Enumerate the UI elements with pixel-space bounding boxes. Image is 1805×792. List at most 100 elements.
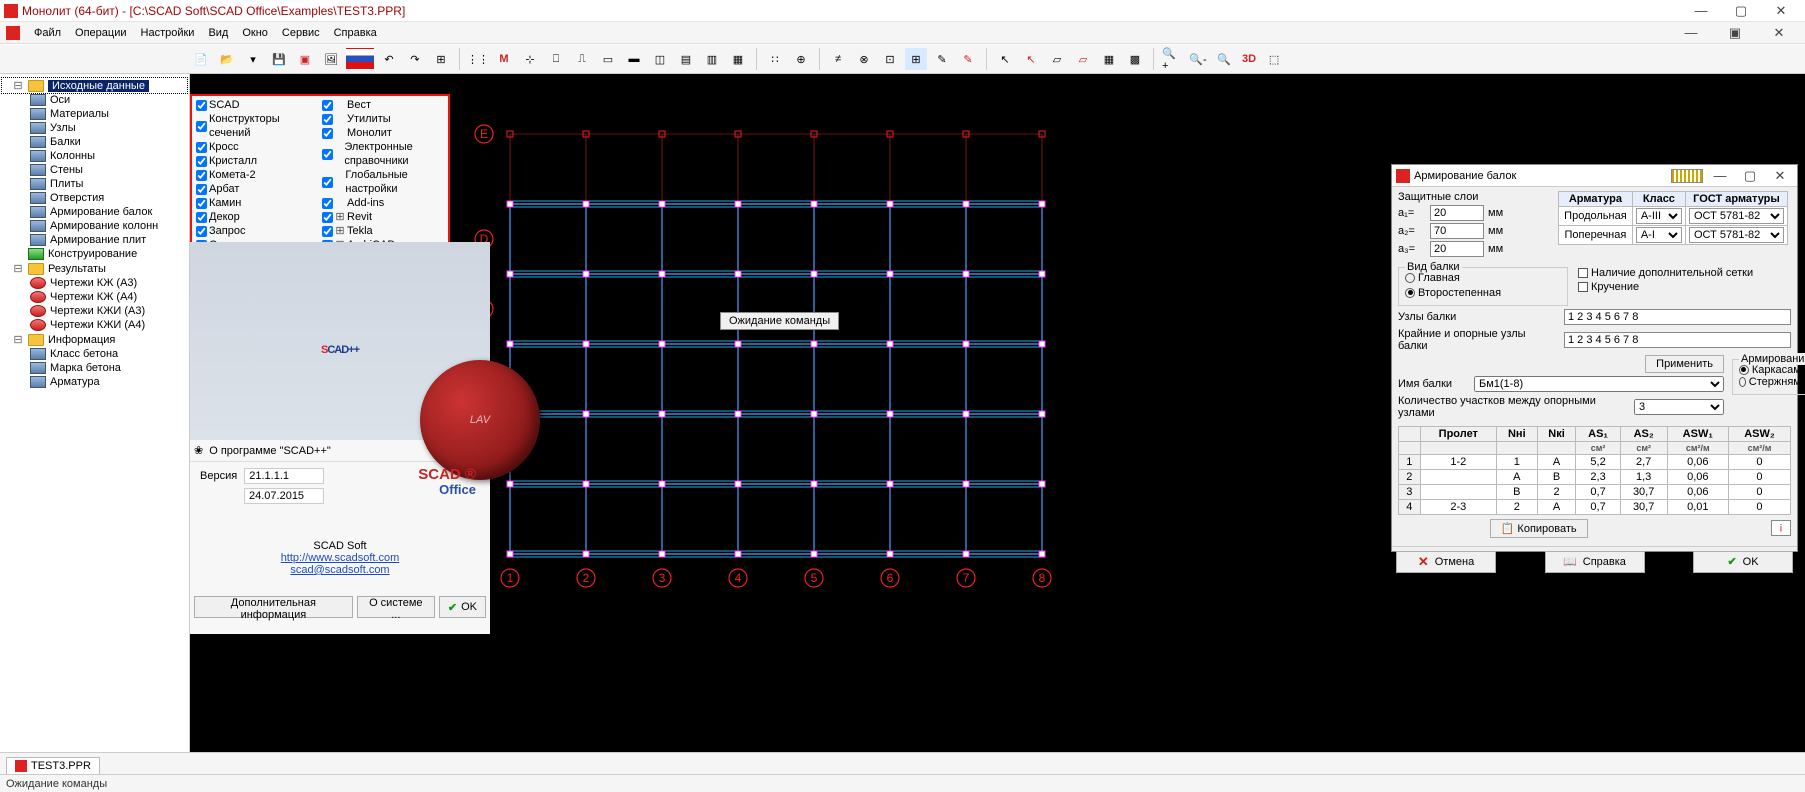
show-nodes-icon[interactable]: ∷ [764, 48, 786, 70]
tree-item[interactable]: Стены [2, 163, 187, 177]
cancel-button[interactable]: ✕Отмена [1396, 551, 1496, 573]
minimize-button[interactable]: — [1681, 1, 1721, 21]
extra-mesh-checkbox[interactable]: Наличие дополнительной сетки [1578, 267, 1753, 279]
tree-item[interactable]: Узлы [2, 121, 187, 135]
rebar-beams-icon[interactable]: ▤ [675, 48, 697, 70]
module-checkbox[interactable]: Камин [194, 196, 320, 210]
bars-radio[interactable]: Стержнями [1739, 376, 1805, 388]
mdi-close-button[interactable]: ✕ [1759, 23, 1799, 43]
tree-item[interactable]: Чертежи КЖИ (А4) [2, 318, 187, 332]
save-icon[interactable]: 💾 [268, 48, 290, 70]
beams-icon[interactable]: ⎕ [545, 48, 567, 70]
menu-help[interactable]: Справка [328, 25, 383, 41]
module-checkbox[interactable]: Декор [194, 210, 320, 224]
about-addinfo-button[interactable]: Дополнительная информация [194, 596, 353, 618]
zoom-in-icon[interactable]: 🔍+ [1161, 48, 1183, 70]
zoom-fit-icon[interactable]: 🔍 [1213, 48, 1235, 70]
tree-item[interactable]: Марка бетона [2, 361, 187, 375]
module-checkbox[interactable]: ⊞Tekla [320, 224, 446, 238]
spans-table[interactable]: ПролетNнiNкiAS₁AS₂ASW₁ASW₂ см²см²см²/мсм… [1398, 426, 1791, 515]
mdi-restore-button[interactable]: ▣ [1715, 23, 1755, 43]
tree-item[interactable]: Материалы [2, 107, 187, 121]
picture-icon[interactable]: 🖼 [320, 48, 342, 70]
toggle4-icon[interactable]: ⊞ [905, 48, 927, 70]
tree-item[interactable]: Чертежи КЖ (А3) [2, 276, 187, 290]
a2-input[interactable] [1430, 223, 1484, 239]
gost-trans-select[interactable]: ОСТ 5781-82 [1689, 227, 1784, 243]
toggle3-icon[interactable]: ⊡ [879, 48, 901, 70]
tree-item[interactable]: Оси [2, 93, 187, 107]
tree-konstruir[interactable]: Конструирование [2, 247, 187, 261]
tree-item[interactable]: Арматура [2, 375, 187, 389]
edit2-icon[interactable]: ✎ [957, 48, 979, 70]
secondary-beam-radio[interactable]: Второстепенная [1405, 287, 1501, 299]
close-button[interactable]: ✕ [1761, 1, 1801, 21]
cursor2-icon[interactable]: ↖ [1020, 48, 1042, 70]
torsion-checkbox[interactable]: Кручение [1578, 281, 1639, 293]
apply-button[interactable]: Применить [1645, 355, 1724, 373]
support-nodes-input[interactable] [1564, 332, 1791, 348]
open-icon[interactable]: 📂 [216, 48, 238, 70]
open-dropdown-icon[interactable]: ▾ [242, 48, 264, 70]
tree-item[interactable]: Отверстия [2, 191, 187, 205]
module-checkbox[interactable]: Комета-2 [194, 168, 320, 182]
view-3d-button[interactable]: 3D [1239, 48, 1259, 70]
beam-nodes-input[interactable] [1564, 309, 1791, 325]
tree-item[interactable]: Чертежи КЖ (А4) [2, 290, 187, 304]
eraser-icon[interactable]: ▱ [1046, 48, 1068, 70]
menu-file[interactable]: Файл [28, 25, 67, 41]
walls-icon[interactable]: ▭ [597, 48, 619, 70]
about-url-link[interactable]: http://www.scadsoft.com [200, 552, 480, 564]
module-checkbox[interactable]: Монолит [320, 126, 446, 140]
edit1-icon[interactable]: ✎ [931, 48, 953, 70]
a3-input[interactable] [1430, 241, 1484, 257]
slabs-icon[interactable]: ▬ [623, 48, 645, 70]
module-checkbox[interactable]: Электронные справочники [320, 140, 446, 168]
tree-item[interactable]: Класс бетона [2, 347, 187, 361]
module-checkbox[interactable]: Вест [320, 98, 446, 112]
tree-root-results[interactable]: ⊟Результаты [2, 261, 187, 276]
nodes-icon[interactable]: ⊹ [519, 48, 541, 70]
tree-icon[interactable]: ⊞ [430, 48, 452, 70]
cursor1-icon[interactable]: ↖ [994, 48, 1016, 70]
redo-icon[interactable]: ↷ [404, 48, 426, 70]
module-checkbox[interactable]: Утилиты [320, 112, 446, 126]
dialog-minimize-button[interactable]: — [1707, 166, 1733, 186]
frames-radio[interactable]: Каркасами [1739, 364, 1805, 376]
class-long-select[interactable]: A-III [1636, 208, 1682, 224]
tree-item[interactable]: Армирование балок [2, 205, 187, 219]
grid1-icon[interactable]: ▦ [1098, 48, 1120, 70]
rebar-cols-icon[interactable]: ▥ [701, 48, 723, 70]
show-axes-icon[interactable]: ⊕ [790, 48, 812, 70]
main-beam-radio[interactable]: Главная [1405, 272, 1460, 284]
menu-window[interactable]: Окно [236, 25, 274, 41]
module-checkbox[interactable]: Конструкторы сечений [194, 112, 320, 140]
module-checkbox[interactable]: SCAD [194, 98, 320, 112]
tree-root-input[interactable]: ⊟Исходные данные [2, 78, 187, 93]
menu-service[interactable]: Сервис [276, 25, 326, 41]
grid2-icon[interactable]: ▩ [1124, 48, 1146, 70]
tree-item[interactable]: Армирование плит [2, 233, 187, 247]
frame-icon[interactable]: ▣ [294, 48, 316, 70]
help-button[interactable]: 📖Справка [1545, 551, 1645, 573]
a1-input[interactable] [1430, 205, 1484, 221]
maximize-button[interactable]: ▢ [1721, 1, 1761, 21]
tree-item[interactable]: Армирование колонн [2, 219, 187, 233]
about-system-button[interactable]: О системе ... [357, 596, 435, 618]
class-trans-select[interactable]: A-I [1636, 227, 1682, 243]
new-icon[interactable]: 📄 [190, 48, 212, 70]
module-checkbox[interactable]: ⊞Revit [320, 210, 446, 224]
tree-item[interactable]: Балки [2, 135, 187, 149]
grid-icon[interactable]: ⋮⋮ [467, 48, 489, 70]
toggle1-icon[interactable]: ≠ [827, 48, 849, 70]
tree-item[interactable]: Плиты [2, 177, 187, 191]
menu-view[interactable]: Вид [202, 25, 234, 41]
document-tab[interactable]: TEST3.PPR [6, 757, 100, 774]
ok-button[interactable]: ✔OK [1693, 551, 1793, 573]
about-ok-button[interactable]: ✔OK [439, 596, 486, 618]
gost-long-select[interactable]: ОСТ 5781-82 [1689, 208, 1784, 224]
beam-name-select[interactable]: Бм1(1-8) [1474, 376, 1724, 392]
dialog-close-button[interactable]: ✕ [1767, 166, 1793, 186]
tree-item[interactable]: Чертежи КЖИ (А3) [2, 304, 187, 318]
module-checkbox[interactable]: Арбат [194, 182, 320, 196]
